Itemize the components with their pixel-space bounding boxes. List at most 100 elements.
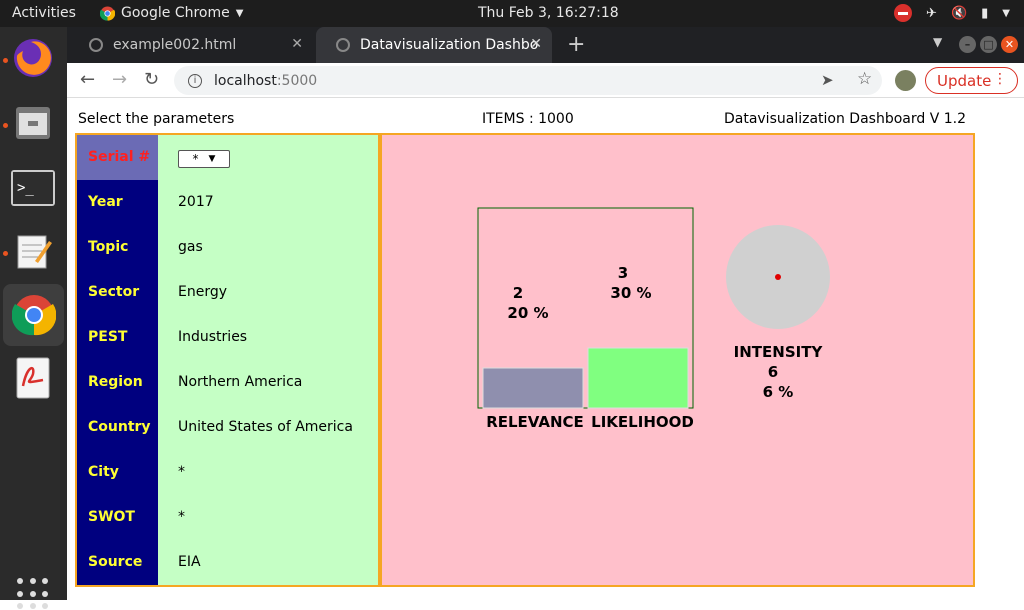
param-row-pest: PEST Industries <box>77 315 378 360</box>
param-value: Energy <box>178 284 228 300</box>
back-button[interactable]: ← <box>80 69 95 90</box>
param-row-topic: Topic gas <box>77 225 378 270</box>
new-tab-button[interactable]: + <box>567 32 585 57</box>
close-icon[interactable]: ✕ <box>291 36 303 52</box>
relevance-label: RELEVANCE <box>486 413 584 431</box>
running-indicator <box>3 58 8 63</box>
running-indicator <box>3 123 8 128</box>
serial-select[interactable]: * ▼ <box>178 150 230 168</box>
minimize-button[interactable]: – <box>959 36 976 53</box>
param-row-country: Country United States of America <box>77 405 378 450</box>
window-controls: – □ ✕ <box>959 36 1018 53</box>
send-icon[interactable]: ➤ <box>821 71 834 89</box>
running-indicator <box>3 251 8 256</box>
relevance-value: 2 <box>512 284 524 302</box>
close-icon[interactable]: ✕ <box>530 36 542 52</box>
url-host: localhost <box>214 72 277 89</box>
app-menu[interactable]: Google Chrome ▼ <box>100 5 243 21</box>
app-menu-label: Google Chrome <box>121 5 230 21</box>
tab-search-icon[interactable]: ▼ <box>933 35 942 49</box>
param-row-city: City * <box>77 450 378 495</box>
param-label: Serial # <box>77 135 158 180</box>
param-label: Region <box>88 374 143 390</box>
do-not-disturb-icon[interactable] <box>894 4 913 22</box>
tab-dashboard[interactable]: Datavisualization Dashbo ✕ <box>316 27 552 63</box>
param-label: Year <box>88 194 123 210</box>
param-value: * <box>178 509 185 525</box>
more-menu-icon[interactable]: ⋮ <box>993 71 1007 87</box>
chevron-down-icon: ▼ <box>235 7 244 19</box>
globe-icon <box>89 38 103 52</box>
browser-toolbar: ← → ↻ i localhost:5000 ➤ ☆ Update ⋮ <box>67 63 1024 98</box>
file-manager-icon[interactable] <box>9 99 57 147</box>
select-parameters-heading: Select the parameters <box>78 111 235 127</box>
update-label: Update <box>937 71 992 90</box>
chrome-icon[interactable] <box>3 284 64 346</box>
chevron-down-icon: ▼ <box>1002 7 1010 19</box>
firefox-icon[interactable] <box>9 34 57 82</box>
url-port: :5000 <box>276 72 318 89</box>
system-top-bar: Activities Google Chrome ▼ Thu Feb 3, 16… <box>0 0 1024 27</box>
parameters-panel: Serial # * ▼ Year 2017 Topic gas Sector … <box>75 133 380 587</box>
param-label: PEST <box>88 329 128 345</box>
battery-icon: ▮ <box>981 5 989 21</box>
visualization-panel: 2 20 % 3 30 % RELEVANCE LIKELIHOOD INTEN… <box>380 133 975 587</box>
clock[interactable]: Thu Feb 3, 16:27:18 <box>478 5 619 21</box>
info-icon[interactable]: i <box>188 73 202 88</box>
globe-icon <box>336 38 350 52</box>
chevron-down-icon: ▼ <box>208 154 216 164</box>
metrics-chart <box>477 207 830 409</box>
param-value: gas <box>178 239 203 255</box>
chrome-small-icon <box>100 5 115 21</box>
profile-avatar[interactable] <box>895 70 916 91</box>
serial-select-value: * <box>192 152 199 166</box>
likelihood-percent: 30 % <box>610 284 652 302</box>
forward-button[interactable]: → <box>112 69 127 90</box>
likelihood-bar <box>587 347 689 409</box>
param-value: EIA <box>178 554 201 570</box>
intensity-dot <box>775 274 781 280</box>
terminal-icon[interactable]: >_ <box>9 164 57 212</box>
param-label: Country <box>88 419 151 435</box>
items-count: ITEMS : 1000 <box>482 111 574 127</box>
airplane-icon: ✈ <box>926 5 937 21</box>
relevance-percent: 20 % <box>507 304 549 322</box>
text-editor-icon[interactable] <box>9 227 57 275</box>
param-label: City <box>88 464 119 480</box>
intensity-label: INTENSITY <box>733 343 823 361</box>
close-window-button[interactable]: ✕ <box>1001 36 1018 53</box>
param-label: SWOT <box>88 509 135 525</box>
address-bar[interactable]: i localhost:5000 <box>174 66 882 95</box>
tab-title: example002.html <box>113 37 237 53</box>
param-row-serial: Serial # * ▼ <box>77 135 378 180</box>
page-content: Select the parameters ITEMS : 1000 Datav… <box>67 99 1024 600</box>
maximize-button[interactable]: □ <box>980 36 997 53</box>
param-row-source: Source EIA <box>77 540 378 585</box>
activities-button[interactable]: Activities <box>12 5 76 21</box>
relevance-bar <box>482 367 584 409</box>
update-button[interactable]: Update ⋮ <box>925 67 1018 94</box>
show-applications-icon[interactable] <box>17 578 49 610</box>
document-viewer-icon[interactable] <box>9 354 57 402</box>
param-value: 2017 <box>178 194 214 210</box>
param-label: Topic <box>88 239 129 255</box>
intensity-value: 6 <box>767 363 779 381</box>
reload-button[interactable]: ↻ <box>144 69 159 90</box>
param-value: * <box>178 464 185 480</box>
likelihood-value: 3 <box>617 264 629 282</box>
dashboard-title: Datavisualization Dashboard V 1.2 <box>723 111 966 127</box>
bookmark-star-icon[interactable]: ☆ <box>857 69 872 89</box>
system-tray[interactable]: ✈ 🔇 ▮ ▼ <box>894 4 1010 22</box>
param-value: Industries <box>178 329 248 345</box>
volume-muted-icon: 🔇 <box>950 5 968 21</box>
param-value: Northern America <box>178 374 303 390</box>
tab-example002[interactable]: example002.html ✕ <box>69 27 313 63</box>
param-row-sector: Sector Energy <box>77 270 378 315</box>
svg-text:>_: >_ <box>17 180 34 196</box>
tab-strip: example002.html ✕ Datavisualization Dash… <box>67 27 1024 63</box>
param-label: Source <box>88 554 143 570</box>
param-value: United States of America <box>178 419 353 435</box>
likelihood-label: LIKELIHOOD <box>591 413 694 431</box>
tab-title: Datavisualization Dashbo <box>360 37 539 53</box>
param-row-year: Year 2017 <box>77 180 378 225</box>
